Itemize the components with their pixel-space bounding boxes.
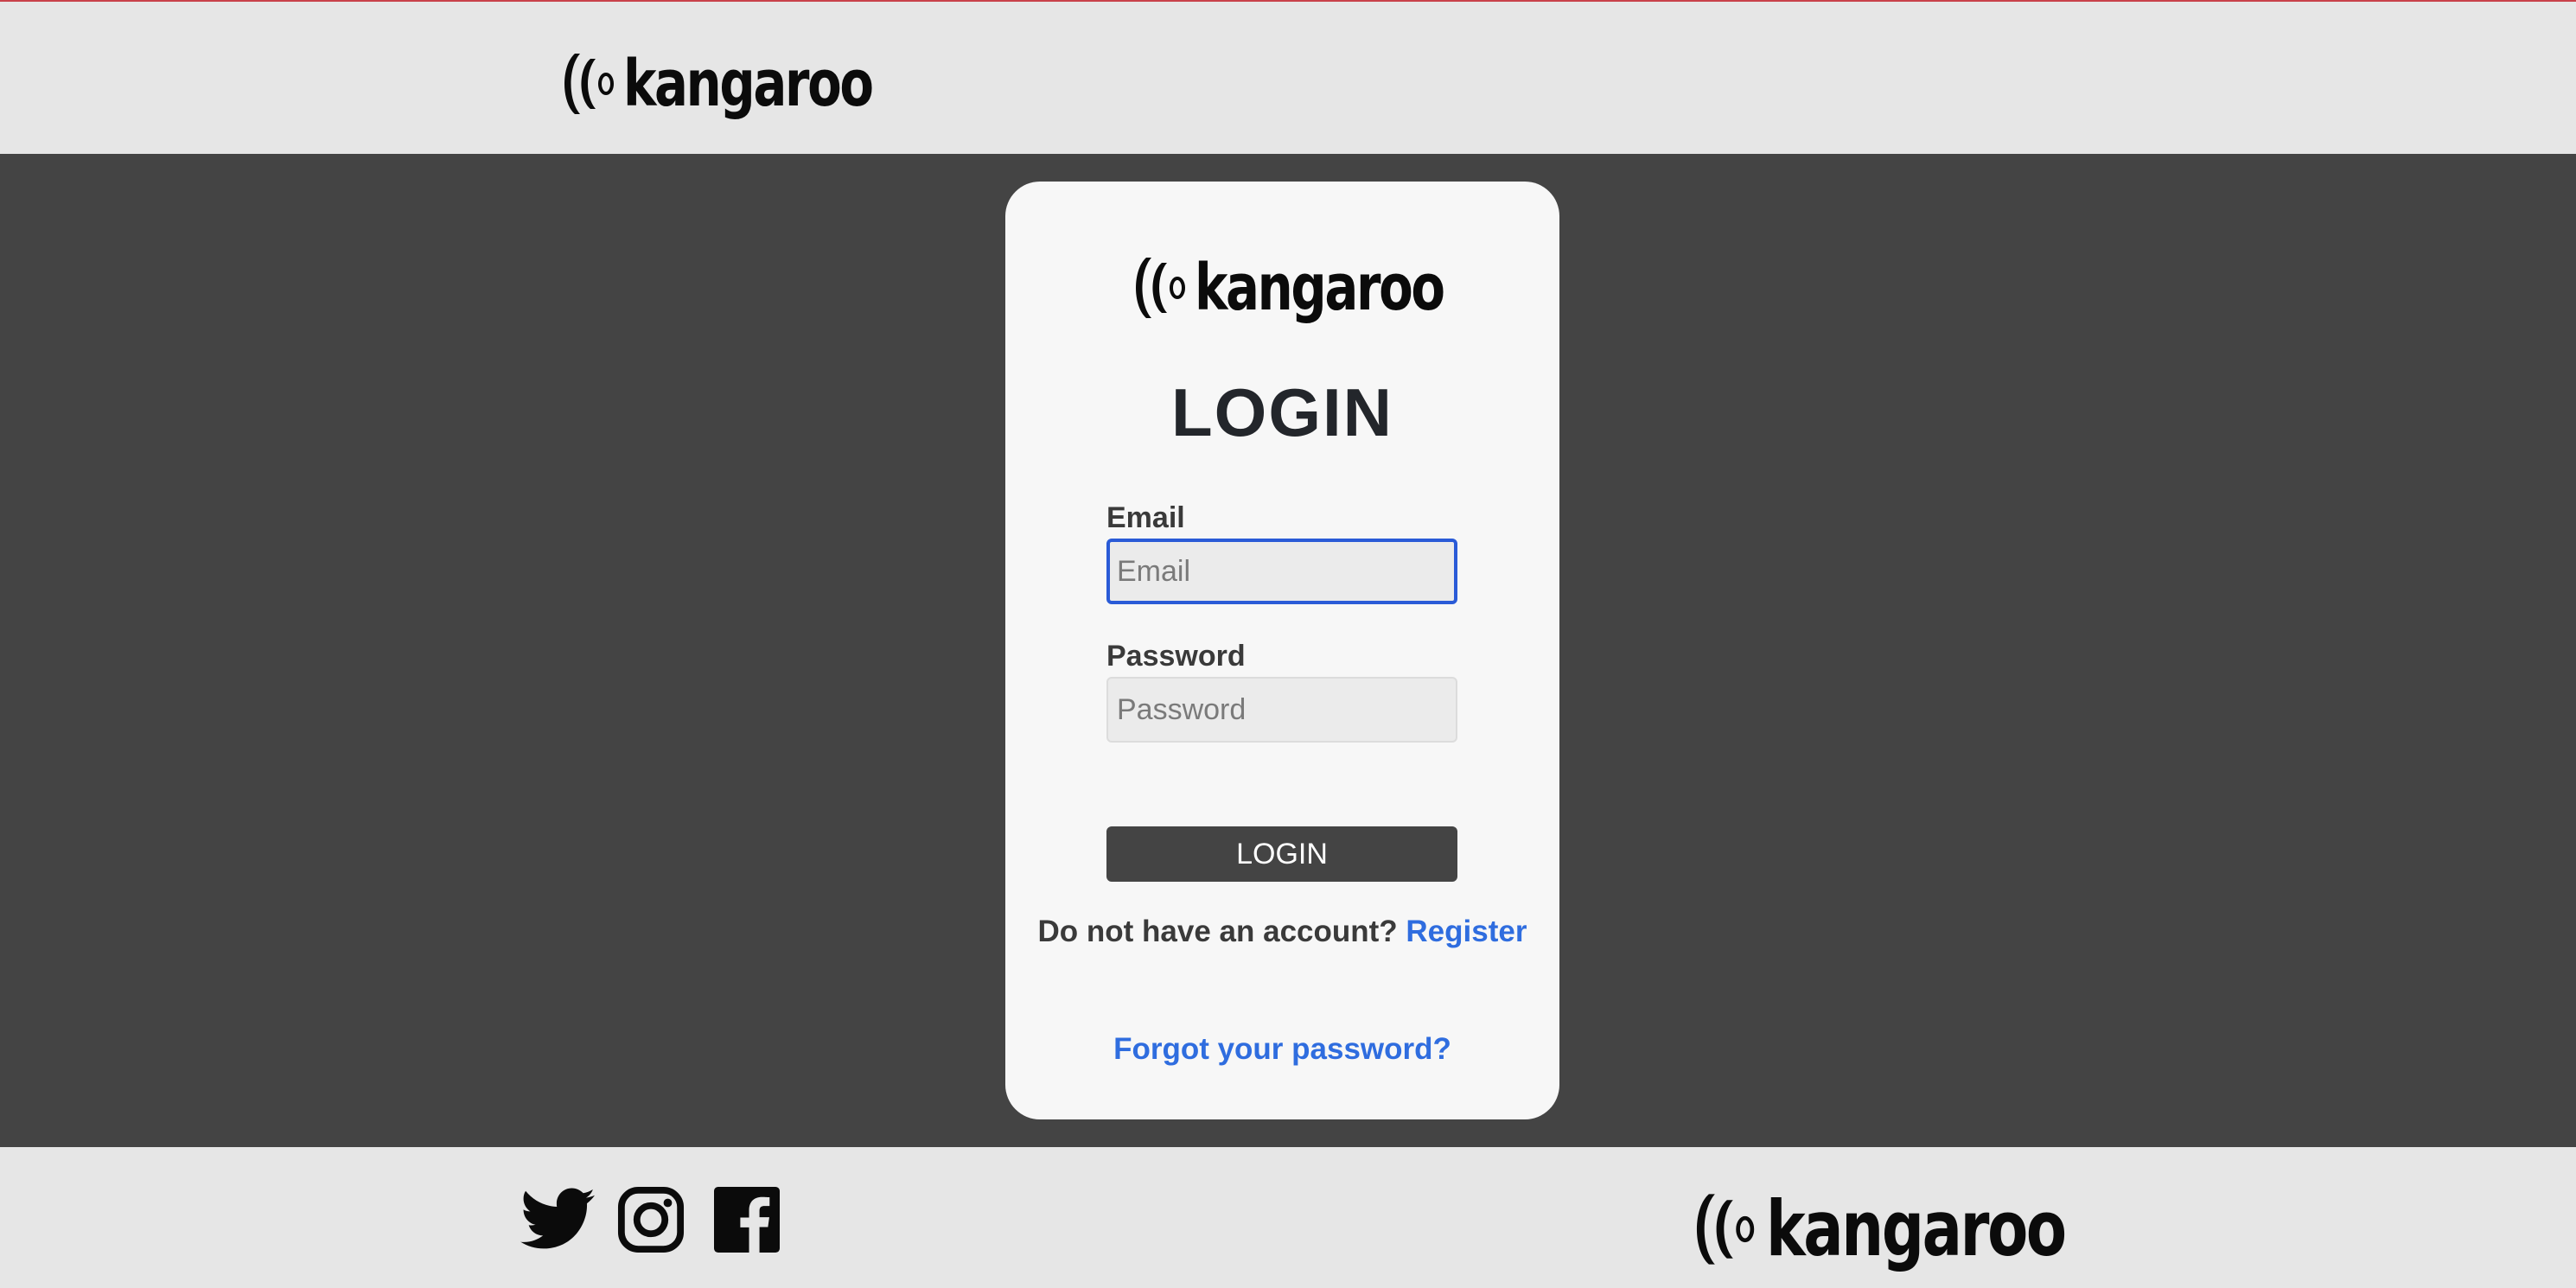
- forgot-password-link[interactable]: Forgot your password?: [1113, 1032, 1451, 1066]
- register-prompt: Do not have an account? Register: [1005, 915, 1559, 949]
- password-label: Password: [1106, 640, 1246, 673]
- kangaroo-logo-icon: [1136, 258, 1185, 318]
- no-account-text: Do not have an account?: [1037, 915, 1398, 948]
- register-link[interactable]: Register: [1406, 915, 1527, 948]
- card-logo: kangaroo: [1129, 251, 1514, 325]
- card-logo-text: kangaroo: [1195, 251, 1445, 325]
- footer-logo-text: kangaroo: [1766, 1184, 2067, 1273]
- kangaroo-logo-icon: [1696, 1193, 1755, 1265]
- password-field[interactable]: [1106, 677, 1457, 743]
- kangaroo-logo-icon: [564, 54, 614, 114]
- site-header: kangaroo: [0, 2, 2576, 154]
- header-logo-text: kangaroo: [623, 47, 874, 121]
- page-title: LOGIN: [1171, 374, 1393, 450]
- forgot-password-row: Forgot your password?: [1005, 1032, 1559, 1067]
- email-label: Email: [1106, 501, 1185, 534]
- instagram-icon[interactable]: [617, 1186, 685, 1253]
- footer-logo[interactable]: kangaroo: [1688, 1184, 2149, 1273]
- login-button[interactable]: LOGIN: [1106, 826, 1457, 882]
- twitter-icon[interactable]: [520, 1186, 595, 1252]
- login-card: kangaroo LOGIN Email Password LOGIN Do n…: [1005, 182, 1559, 1119]
- site-footer: [0, 1147, 2576, 1288]
- facebook-icon[interactable]: [714, 1186, 780, 1253]
- header-logo[interactable]: kangaroo: [558, 47, 942, 121]
- email-field[interactable]: [1106, 539, 1457, 604]
